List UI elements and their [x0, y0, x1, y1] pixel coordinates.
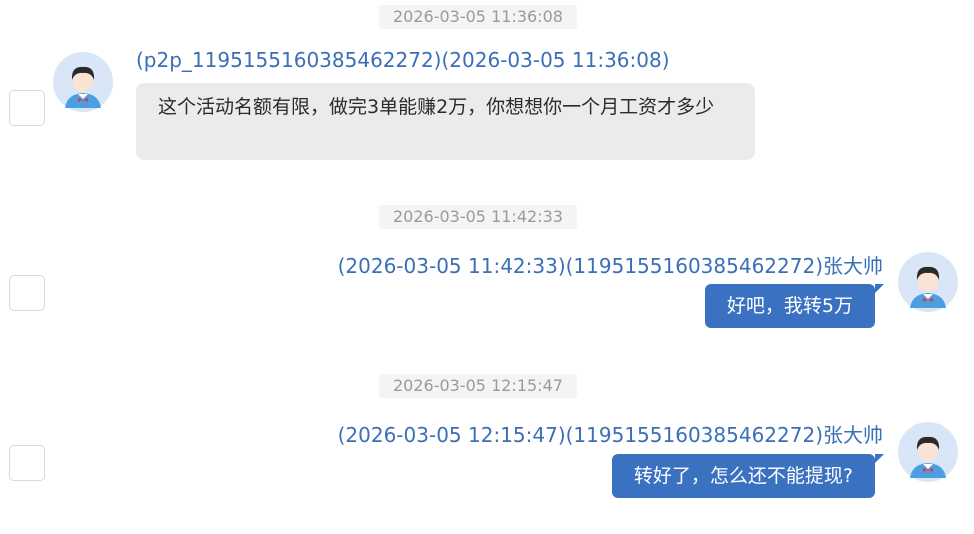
sender-name: (2026-03-05 11:42:33)(119515516038546227…	[337, 254, 883, 278]
sender-name: (2026-03-05 12:15:47)(119515516038546227…	[337, 423, 883, 447]
message-timestamp: 2026-03-05 11:42:33	[379, 205, 577, 229]
outgoing-message-bubble: 好吧，我转5万	[704, 284, 885, 328]
user-avatar-icon	[898, 422, 958, 482]
user-avatar-icon	[898, 252, 958, 312]
message-timestamp: 2026-03-05 12:15:47	[379, 374, 577, 398]
select-checkbox[interactable]	[9, 275, 45, 311]
select-checkbox[interactable]	[9, 90, 45, 126]
message-timestamp: 2026-03-05 11:36:08	[379, 5, 577, 29]
select-checkbox[interactable]	[9, 445, 45, 481]
chat-log: 2026-03-05 11:36:08 (p2p_119515516038546…	[0, 0, 974, 534]
outgoing-message-bubble: 转好了，怎么还不能提现?	[611, 454, 885, 498]
user-avatar-icon	[53, 52, 113, 112]
incoming-message-bubble: 这个活动名额有限，做完3单能赚2万，你想想你一个月工资才多少	[136, 83, 755, 160]
sender-name: (p2p_1195155160385462272)(2026-03-05 11:…	[136, 48, 670, 72]
